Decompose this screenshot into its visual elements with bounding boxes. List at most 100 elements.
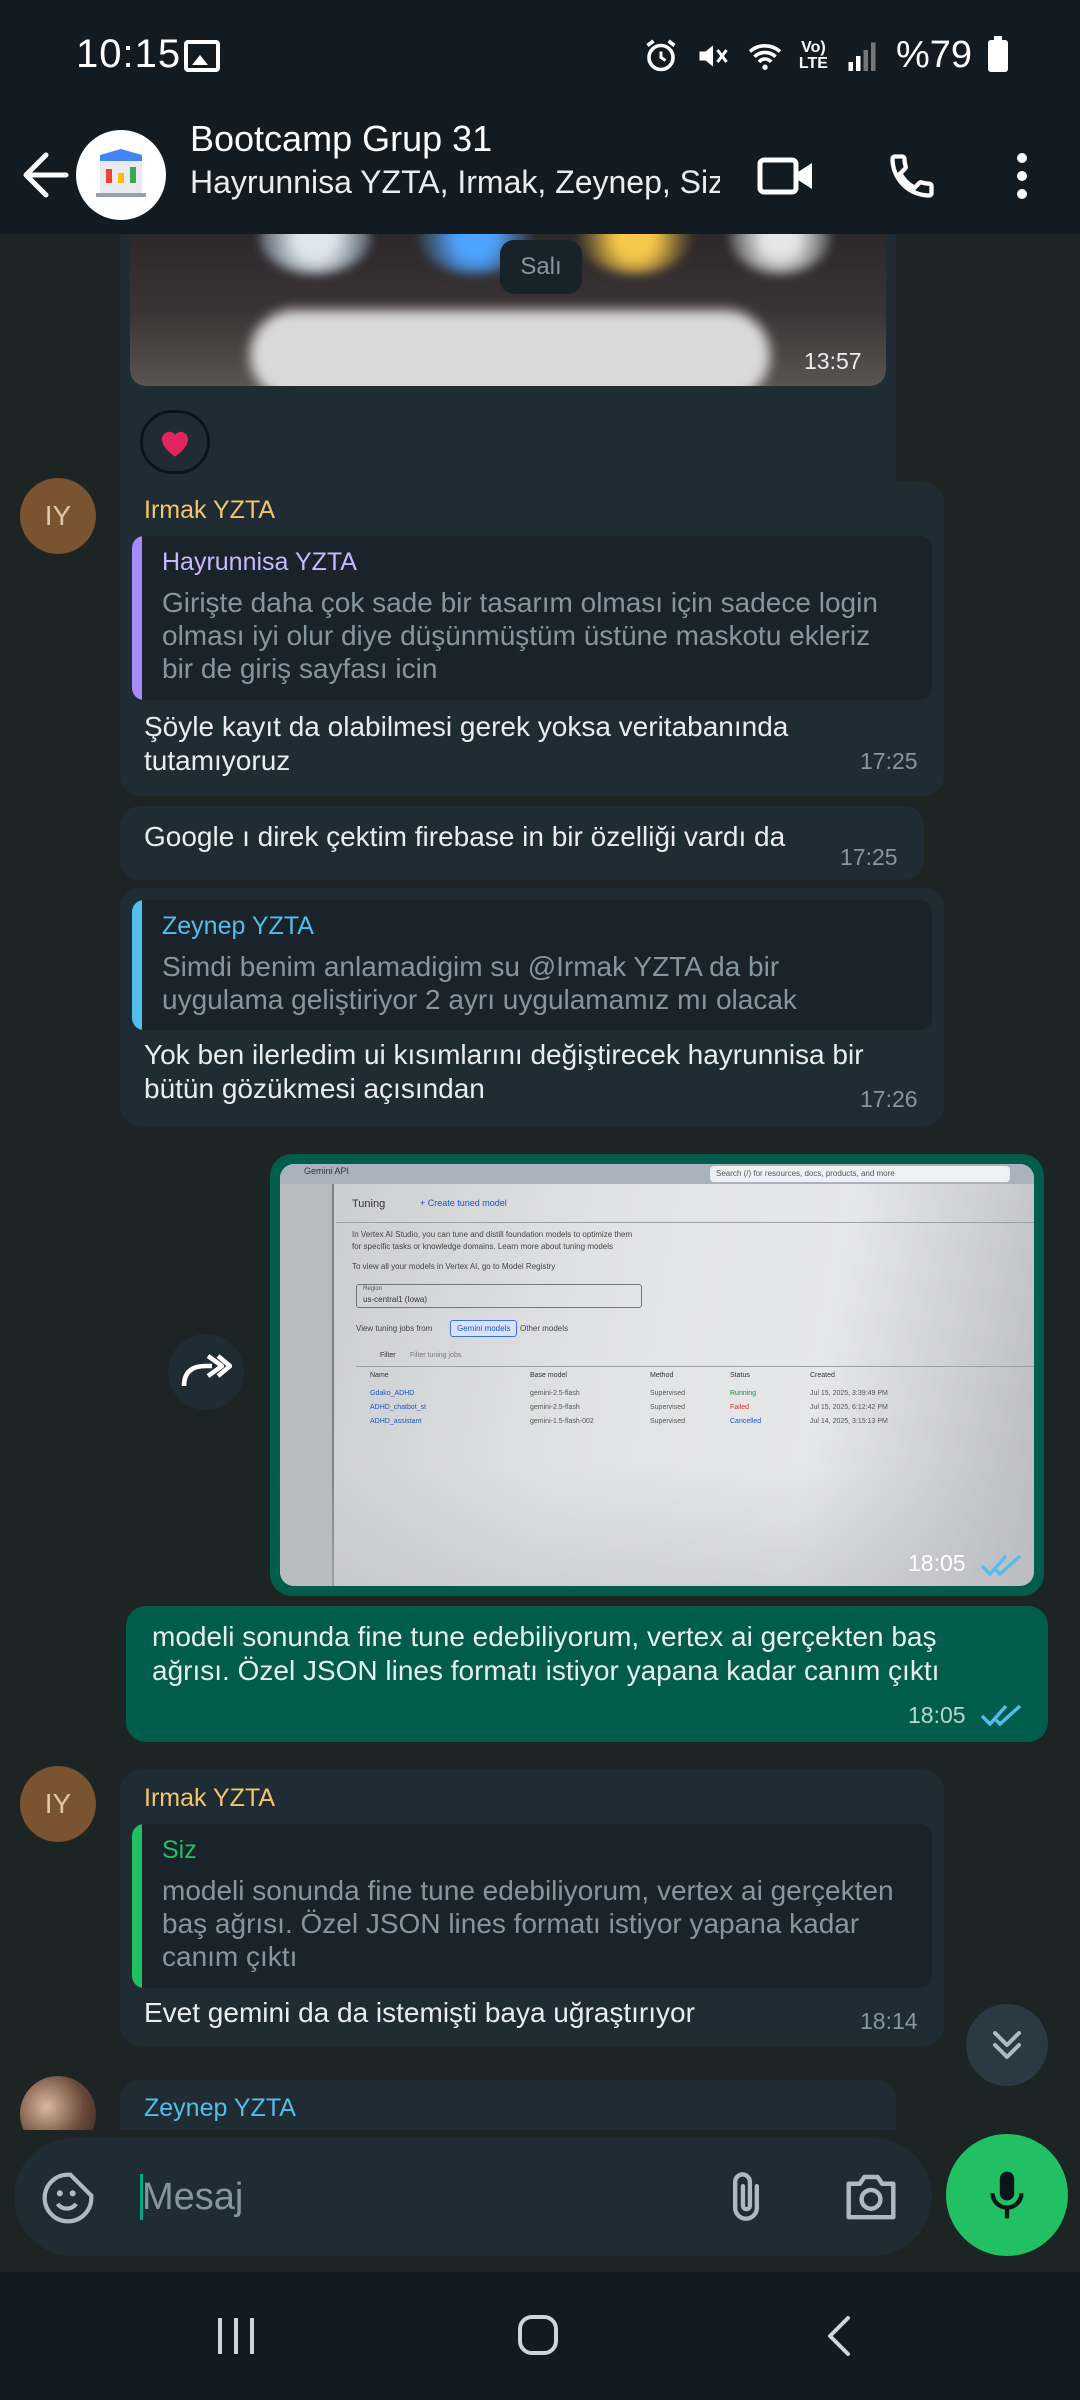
chat-header: Bootcamp Grup 31 Hayrunnisa YZTA, Irmak,…: [0, 116, 1080, 234]
desc-line1: In Vertex AI Studio, you can tune and di…: [352, 1230, 633, 1239]
sender-name[interactable]: Zeynep YZTA: [144, 2094, 296, 2123]
message-text: Google ı direk çektim firebase in bir öz…: [144, 821, 786, 852]
incoming-message[interactable]: Irmak YZTA Hayrunnisa YZTA Girişte daha …: [120, 482, 944, 796]
incoming-message[interactable]: Zeynep YZTA: [120, 2080, 896, 2130]
quote-sender: Hayrunnisa YZTA: [162, 548, 357, 576]
voice-record-button[interactable]: [946, 2134, 1068, 2256]
avatar[interactable]: IY: [20, 478, 96, 554]
home-icon[interactable]: [516, 2312, 560, 2358]
quoted-message[interactable]: Hayrunnisa YZTA Girişte daha çok sade bi…: [132, 536, 932, 700]
voice-call-button[interactable]: [872, 136, 952, 216]
battery-percent: %79: [895, 34, 972, 76]
battery-icon: [988, 35, 1008, 72]
gemini-api-label: Gemini API: [304, 1166, 350, 1176]
message-placeholder[interactable]: Mesaj: [142, 2176, 243, 2219]
video-call-icon: [757, 157, 812, 195]
recent-apps-icon[interactable]: [214, 2314, 258, 2358]
sticker-icon[interactable]: [40, 2170, 96, 2226]
sender-name[interactable]: Irmak YZTA: [144, 1784, 275, 1813]
scroll-down-icon: [993, 2031, 1021, 2059]
back-arrow-icon[interactable]: [18, 140, 74, 210]
gallery-notification-icon: [184, 40, 220, 72]
read-ticks-icon: [980, 1704, 1022, 1727]
status-time: 10:15: [76, 32, 182, 76]
attach-icon[interactable]: [720, 2168, 772, 2226]
table-cell: Jul 14, 2025, 3:15:13 PM: [810, 1418, 888, 1425]
table-header-cell: Created: [810, 1372, 835, 1379]
classroom-icon: [96, 149, 146, 197]
message-input[interactable]: Mesaj: [14, 2138, 932, 2256]
desc-line3: To view all your models in Vertex AI, go…: [352, 1262, 556, 1271]
tuning-title: Tuning: [352, 1198, 386, 1210]
message-list[interactable]: 13:57 Salı IY Irmak YZTA Hayrunnisa YZTA…: [0, 234, 1080, 2130]
quoted-message[interactable]: Zeynep YZTA Simdi benim anlamadigim su @…: [132, 900, 932, 1030]
mute-icon: [699, 45, 728, 66]
chat-members[interactable]: Hayrunnisa YZTA, Irmak, Zeynep, Siz: [190, 164, 720, 201]
reaction-badge[interactable]: [140, 410, 210, 474]
sender-name[interactable]: Irmak YZTA: [144, 496, 275, 525]
read-ticks-icon: [980, 1554, 1022, 1577]
console-search: Search (/) for resources, docs, products…: [710, 1166, 1010, 1182]
outgoing-message[interactable]: modeli sonunda fine tune edebiliyorum, v…: [126, 1606, 1048, 1742]
avatar[interactable]: [20, 2076, 96, 2130]
table-header-cell: Method: [650, 1372, 674, 1379]
incoming-message[interactable]: Zeynep YZTA Simdi benim anlamadigim su @…: [120, 888, 944, 1126]
table-cell: Cancelled: [730, 1418, 762, 1425]
create-tuned-link: + Create tuned model: [420, 1198, 507, 1208]
incoming-message[interactable]: Google ı direk çektim firebase in bir öz…: [120, 806, 924, 880]
filter-label: Filter: [380, 1352, 396, 1359]
message-time: 17:26: [860, 1086, 918, 1112]
message-time: 17:25: [860, 748, 918, 774]
incoming-message[interactable]: Irmak YZTA Siz modeli sonunda fine tune …: [120, 1770, 944, 2046]
phone-icon: [890, 154, 934, 198]
table-cell: Jul 15, 2025, 6:12:42 PM: [810, 1404, 888, 1411]
tab-gemini-models: Gemini models: [450, 1320, 518, 1337]
region-label: Region: [363, 1286, 383, 1292]
signal-icon: [848, 42, 876, 71]
status-icons: Vo) LTE %79: [643, 34, 1008, 77]
chat-title[interactable]: Bootcamp Grup 31: [190, 118, 492, 160]
date-divider: Salı: [500, 240, 582, 294]
table-cell: Jul 15, 2025, 3:39:49 PM: [810, 1390, 888, 1397]
table-cell: Gdako_ADHD: [370, 1390, 415, 1397]
avatar[interactable]: IY: [20, 1766, 96, 1842]
table-cell: Failed: [730, 1404, 750, 1411]
composer: Mesaj: [0, 2130, 1080, 2272]
more-options-button[interactable]: [982, 136, 1062, 216]
mic-icon: [990, 2171, 1024, 2219]
scroll-down-button[interactable]: [966, 2004, 1048, 2086]
more-icon: [1017, 153, 1027, 199]
quote-text: Girişte daha çok sade bir tasarım olması…: [162, 587, 878, 684]
table-cell: Supervised: [650, 1404, 686, 1411]
quote-bar: [132, 900, 142, 1030]
camera-icon[interactable]: [842, 2170, 900, 2222]
forward-button[interactable]: [168, 1334, 244, 1410]
message-text: Yok ben ilerledim ui kısımlarını değişti…: [144, 1039, 864, 1104]
region-value: us-central1 (Iowa): [363, 1295, 428, 1304]
quoted-message[interactable]: Siz modeli sonunda fine tune edebiliyoru…: [132, 1824, 932, 1988]
forward-icon: [181, 1354, 232, 1387]
status-bar: 10:15 Vo) LTE %79: [0, 0, 1080, 116]
message-time: 13:57: [804, 348, 862, 374]
group-avatar[interactable]: [76, 130, 166, 220]
message-time: 18:14: [860, 2008, 918, 2034]
quote-sender: Zeynep YZTA: [162, 912, 314, 940]
desc-line2: for specific tasks or knowledge domains.…: [352, 1242, 614, 1251]
table-cell: Supervised: [650, 1390, 686, 1397]
quote-sender: Siz: [162, 1836, 197, 1864]
quote-text: modeli sonunda fine tune edebiliyorum, v…: [162, 1875, 894, 1972]
table-cell: Supervised: [650, 1418, 686, 1425]
view-jobs-label: View tuning jobs from: [356, 1324, 433, 1333]
photo-thumbnail[interactable]: Gemini API Search (/) for resources, doc…: [280, 1164, 1034, 1586]
alarm-icon: [646, 39, 676, 71]
message-time: 18:05: [908, 1550, 966, 1576]
table-cell: gemini-1.5-flash-002: [530, 1418, 594, 1425]
quote-bar: [132, 536, 142, 700]
filter-placeholder: Filter tuning jobs: [410, 1352, 462, 1359]
heart-icon: [161, 431, 189, 457]
nav-back-icon[interactable]: [820, 2314, 860, 2358]
outgoing-image-message[interactable]: Gemini API Search (/) for resources, doc…: [270, 1154, 1044, 1596]
system-nav-bar: [0, 2272, 1080, 2400]
quote-text: Simdi benim anlamadigim su @Irmak YZTA d…: [162, 951, 797, 1015]
video-call-button[interactable]: [746, 136, 826, 216]
